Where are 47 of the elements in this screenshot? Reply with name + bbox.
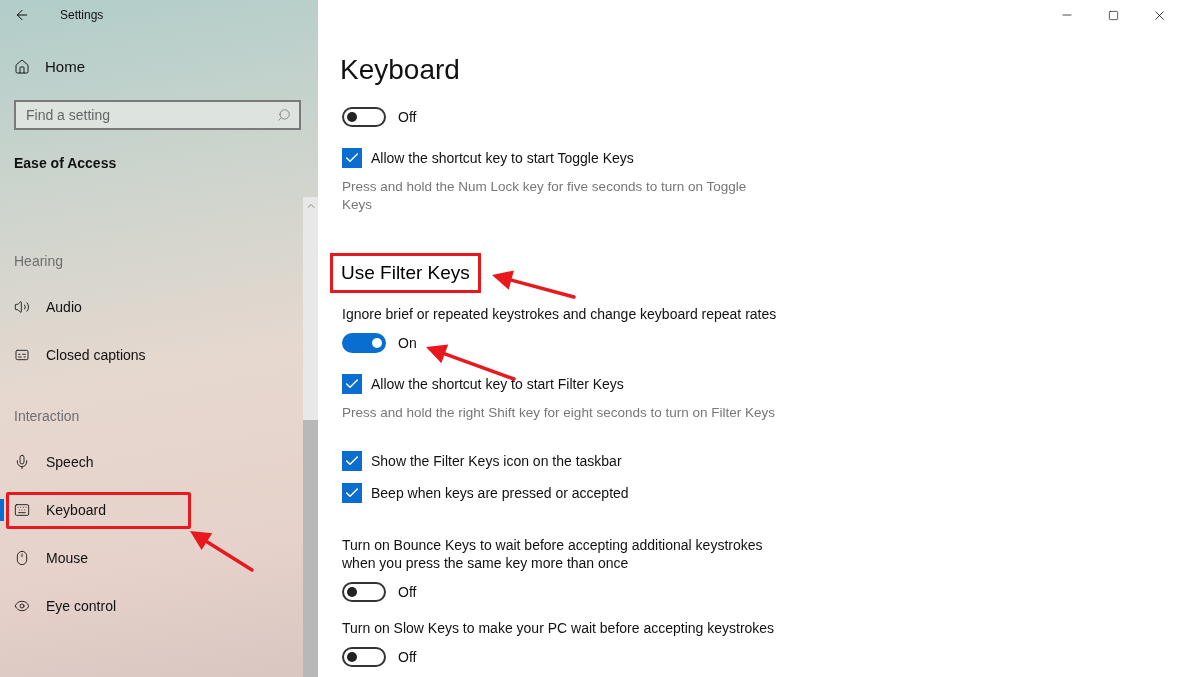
microphone-icon bbox=[14, 454, 30, 470]
search-icon bbox=[277, 107, 291, 122]
search-field[interactable]: Find a setting bbox=[14, 99, 301, 130]
back-icon bbox=[14, 7, 30, 23]
nav-item[interactable]: Closed captions bbox=[6, 336, 191, 374]
checkbox[interactable] bbox=[342, 483, 362, 503]
group-header: Interaction bbox=[14, 406, 81, 426]
window-title: Settings bbox=[60, 7, 104, 24]
setting-label: Ignore brief or repeated keystrokes and change keyboard repeat rates bbox=[342, 305, 778, 323]
toggle-state: Off bbox=[398, 582, 417, 602]
toggle-switch[interactable] bbox=[342, 582, 386, 602]
toggle-state: On bbox=[398, 333, 417, 353]
toggle-switch[interactable] bbox=[342, 333, 386, 353]
nav-item[interactable]: Mouse bbox=[6, 539, 191, 577]
speaker-icon bbox=[14, 299, 30, 315]
toggle-switch[interactable] bbox=[342, 107, 386, 127]
eye-icon bbox=[14, 598, 30, 614]
pointer-arrow bbox=[190, 530, 254, 572]
nav-item[interactable]: Speech bbox=[6, 443, 191, 481]
scrollbar-thumb[interactable] bbox=[303, 420, 318, 677]
setting-description: Press and hold the right Shift key for eight seconds to turn on Filter Keys bbox=[342, 404, 776, 422]
page-title: Keyboard bbox=[340, 53, 460, 87]
checkbox-option[interactable]: Allow the shortcut key to start Filter Keys bbox=[342, 374, 624, 394]
setting-label: Turn on Bounce Keys to wait before accepting additional keystrokes when you press the same key more than once bbox=[342, 536, 764, 572]
toggle-state: Off bbox=[398, 647, 417, 667]
checkbox[interactable] bbox=[342, 148, 362, 168]
maximize-icon bbox=[1107, 9, 1119, 21]
checkbox-option[interactable]: Show the Filter Keys icon on the taskbar bbox=[342, 451, 622, 471]
checkbox[interactable] bbox=[342, 374, 362, 394]
keyboard-icon bbox=[14, 502, 30, 518]
setting-description: Press and hold the Num Lock key for five seconds to turn on Toggle Keys bbox=[342, 178, 748, 214]
nav-item[interactable]: Keyboard bbox=[6, 491, 191, 529]
home-nav-item[interactable]: Home bbox=[14, 56, 85, 79]
group-header: Hearing bbox=[14, 251, 65, 271]
toggle-switch[interactable] bbox=[342, 647, 386, 667]
checkbox-option[interactable]: Allow the shortcut key to start Toggle Keys bbox=[342, 148, 634, 168]
setting-label: Turn on Slow Keys to make your PC wait before accepting keystrokes bbox=[342, 619, 776, 637]
captions-icon bbox=[14, 347, 30, 363]
toggle-state: Off bbox=[398, 107, 417, 127]
section-heading: Use Filter Keys bbox=[330, 253, 481, 293]
section-title: Ease of Access bbox=[14, 153, 118, 173]
nav-item[interactable]: Eye control bbox=[6, 587, 191, 625]
mouse-icon bbox=[14, 550, 30, 566]
checkbox[interactable] bbox=[342, 451, 362, 471]
checkbox-option[interactable]: Beep when keys are pressed or accepted bbox=[342, 483, 629, 503]
home-icon bbox=[14, 59, 30, 76]
nav-item[interactable]: Audio bbox=[6, 288, 191, 326]
